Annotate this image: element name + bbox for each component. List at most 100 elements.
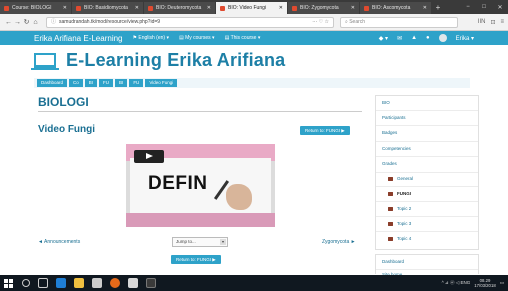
close-tab-icon[interactable]: ✕ [135, 2, 139, 14]
divider [376, 110, 478, 111]
browser-tab-bar: Course: BIOLOGI ✕ BIO: Basidiomycota ✕ BIO… [0, 0, 508, 14]
hand [226, 184, 252, 210]
jump-to-select[interactable]: Jump to... ▾ [172, 237, 228, 247]
laptop-icon [31, 52, 59, 70]
page-actions[interactable]: ··· ♡ ☆ [312, 18, 329, 27]
edge-icon[interactable] [56, 278, 66, 288]
url-field[interactable]: ⓘ samudrandah.tk/mod/resource/view.php?i… [46, 16, 334, 28]
folder-icon [388, 191, 393, 196]
sidebar-item-participants[interactable]: Participants [382, 115, 406, 120]
navbar-brand[interactable]: Erika Arifiana E-Learning [34, 34, 123, 43]
forward-icon[interactable]: → [13, 19, 22, 26]
breadcrumb-item[interactable]: BI [115, 79, 128, 87]
avatar[interactable] [438, 34, 447, 42]
page-title: Video Fungi [38, 124, 96, 135]
os-taskbar: ^ ⊿ ⓦ ◁ ENG 08.29 17/03/2018 ▭ [0, 275, 508, 291]
moodle-favicon-icon [220, 5, 225, 11]
browser-tab[interactable]: BIO: Zygomycota ✕ [288, 2, 359, 14]
sidebar-section-general[interactable]: General [388, 176, 413, 181]
my-courses-menu[interactable]: ▤ My courses ▾ [179, 35, 215, 41]
browser-tab[interactable]: BIO: Deuteromycota ✕ [144, 2, 215, 14]
divider [376, 216, 478, 217]
settings-icon[interactable]: ◆ ▾ [379, 35, 388, 42]
language-menu[interactable]: ⚑ English (en) ▾ [133, 35, 169, 41]
close-tab-icon[interactable]: ✕ [351, 2, 355, 14]
tray-icons[interactable]: ^ ⊿ ⓦ ◁ ENG [442, 280, 471, 286]
close-tab-icon[interactable]: ✕ [279, 2, 283, 14]
file-explorer-icon[interactable] [74, 278, 84, 288]
firefox-icon[interactable] [110, 278, 120, 288]
breadcrumb-item[interactable]: Co [69, 79, 83, 87]
navigation-block-lower: Dashboard Site home [375, 254, 479, 277]
chat-icon[interactable]: ● [426, 35, 430, 41]
notification-center-icon[interactable]: ▭ [500, 280, 504, 286]
chevron-down-icon: ▾ [220, 239, 226, 245]
moodle-favicon-icon [364, 5, 369, 11]
breadcrumb-item[interactable]: FU [99, 79, 114, 87]
close-tab-icon[interactable]: ✕ [423, 2, 427, 14]
sidebar-section-topic-4[interactable]: Topic 4 [388, 236, 411, 241]
video-player[interactable]: DEFIN [126, 144, 275, 227]
minimize-button[interactable]: − [460, 4, 476, 10]
close-tab-icon[interactable]: ✕ [63, 2, 67, 14]
site-navbar: Erika Arifiana E-Learning ⚑ English (en)… [0, 31, 508, 45]
menu-icon[interactable]: ≡ [500, 19, 504, 26]
sidebar-icon[interactable]: ⊡ [490, 19, 495, 26]
breadcrumb-item-current: Video Fungi [145, 79, 178, 87]
store-icon[interactable] [92, 278, 102, 288]
home-icon[interactable]: ⌂ [31, 19, 40, 26]
maximize-button[interactable]: □ [476, 4, 492, 10]
sidebar-item-badges[interactable]: Badges [382, 130, 397, 135]
search-icon[interactable] [22, 279, 30, 287]
sidebar-section-topic-3[interactable]: Topic 3 [388, 221, 411, 226]
play-icon[interactable] [134, 150, 164, 163]
reload-icon[interactable]: ↻ [22, 18, 31, 26]
sidebar-section-fungi[interactable]: FUNGI [388, 191, 411, 196]
back-icon[interactable]: ← [4, 19, 13, 26]
next-activity-link[interactable]: Zygomycota ► [322, 239, 356, 245]
close-tab-icon[interactable]: ✕ [207, 2, 211, 14]
site-title[interactable]: E-Learning Erika Arifiana [66, 50, 285, 71]
breadcrumb-item[interactable]: FU [129, 79, 144, 87]
url-text: samudrandah.tk/mod/resource/view.php?id=… [59, 18, 161, 25]
browser-tab[interactable]: BIO: Ascomycota ✕ [360, 2, 431, 14]
library-icon[interactable]: IIN [478, 19, 486, 26]
messages-icon[interactable]: ✉ [397, 35, 402, 42]
site-header: E-Learning Erika Arifiana [31, 47, 285, 73]
notifications-icon[interactable]: ▲ [411, 35, 417, 41]
user-menu[interactable]: Erika ▾ [456, 35, 474, 42]
sidebar-item-course[interactable]: BIO [382, 100, 390, 105]
this-course-menu[interactable]: ▤ This course ▾ [225, 35, 261, 41]
return-to-section-button-bottom[interactable]: Return to: FUNGI ▶ [171, 255, 221, 264]
browser-tab[interactable]: BIO: Basidiomycota ✕ [72, 2, 143, 14]
sidebar-item-competencies[interactable]: Competencies [382, 146, 411, 151]
windows-start-icon[interactable] [4, 278, 13, 288]
task-view-icon[interactable] [38, 278, 48, 288]
navigation-block: BIO Participants Badges Competencies Gra… [375, 95, 479, 250]
sidebar-item-dashboard[interactable]: Dashboard [382, 259, 404, 264]
moodle-favicon-icon [292, 5, 297, 11]
close-window-button[interactable]: ✕ [492, 4, 508, 11]
previous-activity-link[interactable]: ◄ Announcements [38, 239, 80, 245]
folder-icon [388, 176, 393, 181]
breadcrumb: Dashboard Co BI FU BI FU Video Fungi [34, 78, 470, 88]
system-tray: ^ ⊿ ⓦ ◁ ENG 08.29 17/03/2018 ▭ [442, 278, 504, 288]
moodle-favicon-icon [148, 5, 153, 11]
browser-tab[interactable]: Course: BIOLOGI ✕ [0, 2, 71, 14]
divider [376, 186, 478, 187]
breadcrumb-item[interactable]: Dashboard [37, 79, 68, 87]
clock[interactable]: 08.29 17/03/2018 [474, 278, 496, 288]
search-input[interactable]: ⌕ Search [340, 16, 458, 28]
sidebar-section-topic-2[interactable]: Topic 2 [388, 206, 411, 211]
info-icon[interactable]: ⓘ [51, 18, 56, 27]
return-to-section-button[interactable]: Return to: FUNGI ▶ [300, 126, 350, 135]
folder-icon [388, 206, 393, 211]
divider [376, 125, 478, 126]
video-frame-text: DEFIN [148, 173, 208, 194]
breadcrumb-item[interactable]: BI [84, 79, 98, 87]
sidebar-item-grades[interactable]: Grades [382, 161, 397, 166]
mail-icon[interactable] [128, 278, 138, 288]
new-tab-button[interactable]: + [432, 2, 444, 14]
browser-tab-active[interactable]: BIO: Video Fungi ✕ [216, 2, 287, 14]
app-icon[interactable] [146, 278, 156, 288]
